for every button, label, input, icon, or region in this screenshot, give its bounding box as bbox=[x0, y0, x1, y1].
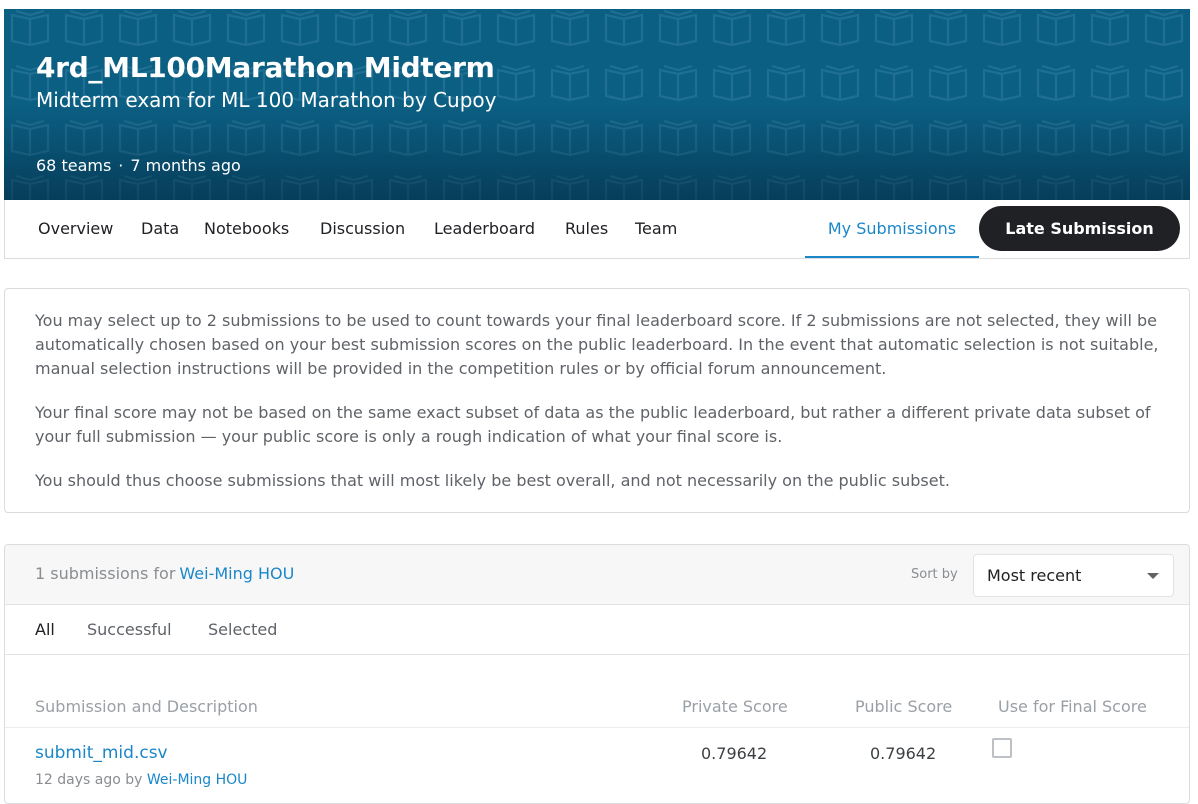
banner-gradient bbox=[4, 105, 1190, 200]
competition-subtitle: Midterm exam for ML 100 Marathon by Cupo… bbox=[36, 88, 497, 112]
tab-team[interactable]: Team bbox=[635, 200, 677, 258]
info-paragraph: Your final score may not be based on the… bbox=[35, 403, 1151, 446]
use-for-final-score-checkbox[interactable] bbox=[992, 738, 1012, 758]
submission-file-link[interactable]: submit_mid.csv bbox=[35, 743, 168, 763]
tab-leaderboard[interactable]: Leaderboard bbox=[434, 200, 535, 258]
sort-by-label: Sort by bbox=[911, 567, 958, 582]
meta-separator: · bbox=[118, 156, 124, 175]
filter-all[interactable]: All bbox=[35, 620, 55, 639]
chevron-down-icon bbox=[1147, 573, 1159, 579]
table-divider bbox=[5, 727, 1189, 728]
column-header-final-score: Use for Final Score bbox=[998, 697, 1147, 716]
competition-header-banner: 4rd_ML100Marathon Midterm Midterm exam f… bbox=[4, 9, 1190, 200]
submissions-user-link[interactable]: Wei-Ming HOU bbox=[179, 564, 294, 583]
competition-meta: 68 teams · 7 months ago bbox=[36, 156, 241, 175]
private-score: 0.79642 bbox=[701, 744, 768, 763]
submission-filters: All Successful Selected bbox=[5, 605, 1189, 655]
submissions-count-text: 1 submissions for bbox=[35, 564, 176, 583]
submissions-header: 1 submissions for Wei-Ming HOU Sort by Mo… bbox=[5, 545, 1189, 605]
tab-data[interactable]: Data bbox=[141, 200, 179, 258]
info-paragraph: You may select up to 2 submissions to be… bbox=[35, 311, 1159, 378]
public-score: 0.79642 bbox=[870, 744, 937, 763]
column-header-private-score: Private Score bbox=[682, 697, 788, 716]
tab-notebooks[interactable]: Notebooks bbox=[204, 200, 289, 258]
tab-overview[interactable]: Overview bbox=[38, 200, 113, 258]
sort-dropdown-value: Most recent bbox=[987, 566, 1082, 585]
submission-meta: 12 days ago by Wei-Ming HOU bbox=[35, 772, 247, 788]
submission-user-link[interactable]: Wei-Ming HOU bbox=[147, 772, 248, 788]
competition-title: 4rd_ML100Marathon Midterm bbox=[36, 51, 495, 84]
column-header-description: Submission and Description bbox=[35, 697, 258, 716]
submission-date: 12 days ago by bbox=[35, 772, 143, 788]
submissions-card: 1 submissions for Wei-Ming HOU Sort by Mo… bbox=[4, 544, 1190, 804]
filter-successful[interactable]: Successful bbox=[87, 620, 172, 639]
tab-rules[interactable]: Rules bbox=[565, 200, 608, 258]
teams-count: 68 teams bbox=[36, 156, 112, 175]
submissions-count: 1 submissions for Wei-Ming HOU bbox=[35, 564, 294, 583]
column-header-public-score: Public Score bbox=[855, 697, 953, 716]
info-paragraph: You should thus choose submissions that … bbox=[35, 471, 950, 490]
sort-dropdown[interactable]: Most recent bbox=[973, 554, 1174, 597]
competition-age: 7 months ago bbox=[130, 156, 241, 175]
late-submission-button[interactable]: Late Submission bbox=[979, 206, 1180, 251]
competition-tab-nav: Overview Data Notebooks Discussion Leade… bbox=[4, 200, 1190, 259]
submission-info-card: You may select up to 2 submissions to be… bbox=[4, 288, 1190, 513]
tab-my-submissions[interactable]: My Submissions bbox=[805, 200, 979, 258]
tab-discussion[interactable]: Discussion bbox=[320, 200, 405, 258]
filter-selected[interactable]: Selected bbox=[208, 620, 277, 639]
